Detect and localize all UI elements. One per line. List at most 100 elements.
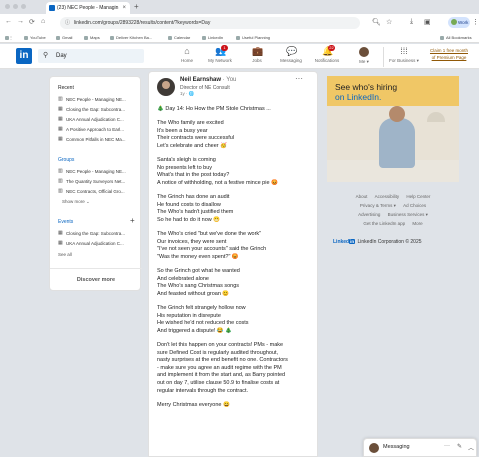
window-close-dot[interactable] (5, 4, 10, 9)
recent-item[interactable]: ▦ A Positive Approach to Earl... (58, 126, 138, 133)
author-degree: · You (221, 77, 237, 83)
recent-item[interactable]: ▦ Common Pitfalls in NEC Ma... (58, 136, 138, 143)
author-name-row[interactable]: Neil Earnshaw · You (180, 77, 236, 83)
post-paragraph: 🎄 Day 14: Ho How the PM Stole Christmas … (157, 106, 313, 114)
compose-icon[interactable]: ✎ (457, 443, 462, 450)
profile-chip[interactable]: Work (448, 17, 470, 28)
apps-icon[interactable]: ⋮⋮ (5, 33, 13, 42)
bookmark-kitchen[interactable]: Deliver Kitchen Ba... (110, 33, 152, 42)
footer-links: About Accessibility Help Center Privacy … (327, 192, 459, 228)
post-paragraph: The Who's cried "but we've done the work… (157, 231, 313, 261)
star-icon[interactable]: ☆ (386, 18, 392, 26)
back-icon[interactable]: ← (5, 18, 12, 25)
messaging-panel[interactable]: Messaging ··· ✎ ︿ (363, 438, 477, 457)
home-browser-icon[interactable]: ⌂ (41, 18, 45, 25)
nav-notifications[interactable]: 🔔 22 Notifications (308, 45, 346, 67)
download-icon[interactable]: ⤓ (410, 18, 413, 26)
groups-title[interactable]: Groups (58, 157, 74, 163)
bookmark-maps[interactable]: Maps (84, 33, 100, 42)
group-icon: ▥ (58, 178, 63, 184)
see-all-events-link[interactable]: See all (58, 252, 72, 257)
recent-item-label: UKA Annual Adjudication C... (66, 117, 124, 122)
premium-line-2: of Premium Page (431, 55, 467, 60)
post-line: And celebrated alone (157, 275, 209, 282)
reload-icon[interactable]: ⟳ (29, 18, 35, 26)
event-item[interactable]: ▦ UKA Annual Adjudication C... (58, 240, 138, 247)
browser-tab-bar: (23) NEC People - Managin × + (0, 0, 479, 14)
nav-jobs-label: Jobs (252, 58, 262, 63)
browser-tab[interactable]: (23) NEC People - Managin × (46, 2, 130, 14)
post-line: His reputation in disrepute (157, 312, 221, 319)
bookmark-linkedin[interactable]: LinkedIn (202, 33, 223, 42)
forward-icon[interactable]: → (17, 18, 24, 25)
nav-my-network[interactable]: 👥 1 My Network (201, 45, 239, 67)
footer-app[interactable]: Get the LinkedIn app (363, 221, 405, 226)
messaging-more-icon[interactable]: ··· (444, 443, 450, 449)
search-input[interactable]: ⚲ Day (38, 49, 144, 63)
post-paragraph: So the Grinch got what he wanted And cele… (157, 268, 313, 298)
search-magnifier-icon: ⚲ (43, 52, 49, 59)
recent-item[interactable]: ▦ Closing the Gap: Subcontra... (58, 106, 138, 113)
footer-help[interactable]: Help Center (406, 194, 430, 199)
grid-icon: ⁞⁞⁞ (400, 46, 408, 56)
group-item[interactable]: ▥ The Quantity Surveyors Net... (58, 178, 138, 185)
calendar-icon: ▦ (58, 240, 63, 246)
post-line: The Grinch felt strangely hollow now (157, 305, 246, 312)
new-tab-button[interactable]: + (134, 2, 139, 11)
site-info-icon[interactable]: ⓘ (65, 17, 70, 29)
footer-business[interactable]: Business Services ▾ (388, 212, 428, 217)
bookmark-calendar[interactable]: Calendar (168, 33, 190, 42)
group-icon: ▥ (58, 96, 63, 102)
post-line: Their contracts were successful (157, 135, 235, 142)
me-avatar (359, 47, 369, 57)
recent-item[interactable]: ▥ NEC People - Managing NE... (58, 96, 138, 103)
footer-about[interactable]: About (356, 194, 368, 199)
post-meta: 1y · 🌐 (180, 91, 195, 96)
extensions-icon[interactable]: ▣ (424, 18, 431, 26)
window-minimize-dot[interactable] (13, 4, 18, 9)
group-item-label: NEC People - Managing NE... (66, 169, 126, 174)
search-icon[interactable]: 🔍︎ (372, 18, 381, 26)
post-line: out on day 7, utilise clause 50.9 to fin… (157, 379, 280, 386)
window-zoom-dot[interactable] (21, 4, 26, 9)
event-item[interactable]: ▦ Closing the Gap: Subcontra... (58, 230, 138, 237)
events-title[interactable]: Events (58, 219, 73, 225)
recent-item[interactable]: ▦ UKA Annual Adjudication C... (58, 116, 138, 123)
nav-messaging[interactable]: 💬 Messaging (272, 47, 310, 67)
footer-accessibility[interactable]: Accessibility (375, 194, 400, 199)
nav-me[interactable]: Me ▾ (345, 47, 383, 67)
add-event-icon[interactable]: + (130, 216, 135, 225)
post-line: Don't let this happen on your contracts!… (157, 342, 284, 348)
show-more-button[interactable]: Show more ⌄ (62, 199, 90, 205)
discover-more-button[interactable]: Discover more (50, 268, 142, 290)
group-item[interactable]: ▥ NEC People - Managing NE... (58, 168, 138, 175)
group-item[interactable]: ▥ NEC Contracts, Official Gro... (58, 188, 138, 195)
post-line: - make sure you agree an audit regime wi… (157, 364, 282, 371)
tab-close-icon[interactable]: × (122, 2, 126, 14)
footer-adchoices[interactable]: Ad Choices (403, 203, 426, 208)
post-line: No presents left to buy (157, 164, 213, 171)
url-field[interactable]: ⓘ linkedin.com/groups/2893228/results/co… (60, 17, 360, 29)
bookmark-planning[interactable]: Useful Planning (236, 33, 270, 42)
recent-title: Recent (58, 85, 74, 91)
footer-advertising[interactable]: Advertising (358, 212, 380, 217)
footer-more[interactable]: More (412, 221, 422, 226)
nav-for-business[interactable]: ⁞⁞⁞ For Business ▾ (384, 47, 424, 67)
bookmark-gmail[interactable]: Gmail (56, 33, 72, 42)
author-avatar[interactable] (157, 78, 175, 96)
linkedin-logo-icon[interactable]: in (16, 48, 32, 64)
nav-jobs[interactable]: 💼 Jobs (238, 47, 276, 67)
post-line: Our invoices, they were sent (157, 238, 227, 245)
recent-item-label: NEC People - Managing NE... (66, 97, 126, 102)
post-line: sure Defined Cost is regularly audited t… (157, 349, 279, 356)
ad-headline: See who's hiring on LinkedIn. (335, 82, 397, 102)
bookmark-youtube[interactable]: YouTube (24, 33, 46, 42)
premium-offer-link[interactable]: Claim 1 free month of Premium Page (424, 47, 474, 61)
post-menu-icon[interactable]: ··· (295, 74, 303, 83)
browser-menu-icon[interactable]: ⋮ (472, 18, 479, 26)
post-line: The Who family are excited (157, 120, 224, 127)
hiring-ad[interactable]: See who's hiring on LinkedIn. (327, 76, 459, 182)
chevron-up-icon[interactable]: ︿ (468, 443, 474, 452)
footer-privacy[interactable]: Privacy & Terms ▾ (360, 203, 396, 208)
all-bookmarks[interactable]: All Bookmarks (440, 33, 472, 42)
